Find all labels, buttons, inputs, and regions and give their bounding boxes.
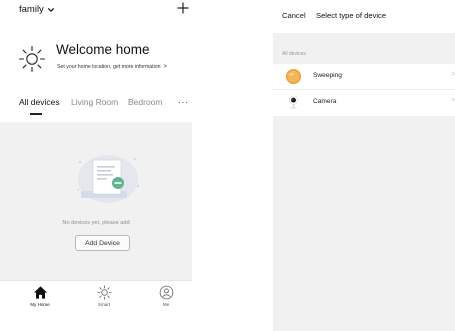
device-picker-screen: Cancel Select type of device All devices…: [273, 0, 455, 331]
add-device-button[interactable]: Add Device: [75, 235, 130, 251]
device-type-list: Sweeping > Camera >: [273, 64, 455, 116]
chevron-down-icon: [47, 7, 54, 12]
add-icon[interactable]: [177, 2, 189, 14]
family-selector[interactable]: family: [19, 4, 55, 15]
welcome-title: Welcome home: [56, 42, 150, 57]
sun-icon: [18, 45, 46, 73]
more-icon[interactable]: ···: [178, 97, 189, 107]
nav-smart[interactable]: Smart: [84, 285, 124, 307]
sweeper-icon: [285, 68, 302, 85]
sun-icon: [96, 285, 112, 300]
active-tab-indicator: [30, 113, 42, 115]
home-screen: family Welcome home Set your home locati…: [0, 0, 192, 331]
camera-icon: [288, 95, 299, 109]
device-picker-title: Select type of device: [316, 11, 387, 20]
chevron-right-icon: >: [451, 71, 455, 78]
section-label: All devices: [282, 51, 306, 57]
nav-my-home[interactable]: My Home: [20, 285, 60, 307]
welcome-subtitle: Set your home location, get more informa…: [57, 64, 161, 70]
nav-me[interactable]: Me: [146, 285, 186, 307]
welcome-location-link[interactable]: Set your home location, get more informa…: [57, 64, 167, 70]
tab-living-room[interactable]: Living Room: [71, 97, 118, 107]
nav-my-home-label: My Home: [30, 302, 50, 307]
tab-all-devices[interactable]: All devices: [19, 97, 60, 107]
tab-bedroom[interactable]: Bedroom: [128, 97, 163, 107]
list-item-sweeping[interactable]: Sweeping >: [273, 64, 455, 90]
device-name: Camera: [313, 98, 337, 105]
empty-devices-text: No devices yet, please add: [62, 220, 130, 226]
device-name: Sweeping: [313, 72, 342, 79]
room-tabs: All devices Living Room Bedroom: [0, 97, 192, 113]
list-item-camera[interactable]: Camera >: [273, 90, 455, 116]
empty-devices-illustration: [77, 155, 140, 203]
cancel-button[interactable]: Cancel: [282, 11, 306, 20]
nav-me-label: Me: [162, 302, 170, 307]
device-picker-header: Cancel Select type of device: [273, 0, 455, 33]
home-icon: [33, 286, 47, 299]
chevron-right-icon: >: [451, 97, 455, 104]
chevron-right-icon: >: [163, 64, 168, 70]
user-icon: [159, 285, 173, 300]
bottom-navigation: My Home Smart Me: [0, 280, 192, 331]
nav-smart-label: Smart: [97, 302, 110, 307]
family-label: family: [19, 4, 44, 15]
